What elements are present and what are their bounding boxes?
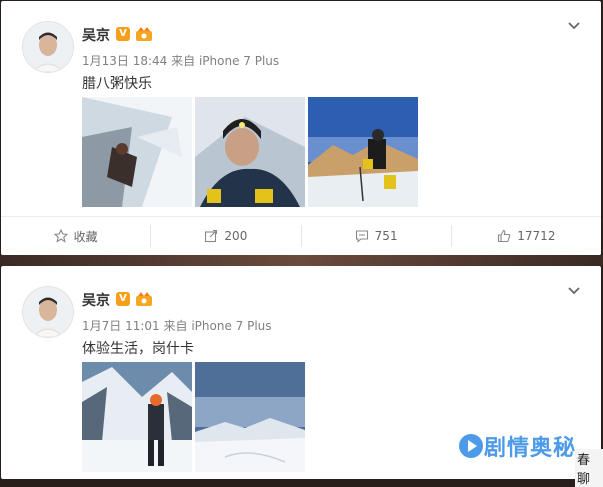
verified-badge: V xyxy=(116,27,130,41)
post-source: 来自 iPhone 7 Plus xyxy=(163,319,272,333)
watermark-tail: 春聊 xyxy=(575,449,603,487)
star-icon xyxy=(53,229,68,243)
post-meta: 1月13日 18:44 来自 iPhone 7 Plus xyxy=(82,52,279,69)
post-meta: 1月7日 11:01 来自 iPhone 7 Plus xyxy=(82,317,272,334)
play-logo-icon xyxy=(459,434,483,458)
comment-icon xyxy=(355,230,368,243)
post-text: 体验生活，岗什卡 xyxy=(82,341,194,357)
repost-button[interactable]: 200 xyxy=(150,225,300,247)
background-strip xyxy=(0,255,603,266)
verified-badge: V xyxy=(116,292,130,306)
watermark-logo: 剧情奥秘 xyxy=(458,430,576,462)
post-action-bar: 收藏 200 751 17712 xyxy=(1,216,601,255)
repost-count: 200 xyxy=(224,229,248,243)
like-count: 17712 xyxy=(517,229,556,243)
chevron-down-icon[interactable] xyxy=(567,19,581,33)
photo-grid xyxy=(82,362,305,472)
weibo-post-card: 吴京 V 1月13日 18:44 来自 iPhone 7 Plus 腊八粥快乐 xyxy=(1,1,601,255)
vip-crown-icon[interactable] xyxy=(135,291,153,307)
author-name[interactable]: 吴京 xyxy=(82,25,110,45)
comment-button[interactable]: 751 xyxy=(300,225,451,247)
post-source: 来自 iPhone 7 Plus xyxy=(171,54,280,68)
post-time[interactable]: 1月13日 18:44 xyxy=(82,54,167,68)
thumbs-up-icon xyxy=(498,229,511,243)
repost-icon xyxy=(205,229,218,243)
avatar-image xyxy=(23,22,73,72)
post-photo-ice-climb[interactable] xyxy=(82,97,192,207)
chevron-down-icon[interactable] xyxy=(567,284,581,298)
post-time[interactable]: 1月7日 11:01 xyxy=(82,319,160,333)
comment-count: 751 xyxy=(374,229,398,243)
post-text: 腊八粥快乐 xyxy=(82,76,152,92)
avatar[interactable] xyxy=(22,286,74,338)
avatar-image xyxy=(23,287,73,337)
watermark-brand: 剧情奥秘 xyxy=(484,436,577,461)
photo-grid xyxy=(82,97,418,207)
favorite-button[interactable]: 收藏 xyxy=(1,225,150,247)
author-name[interactable]: 吴京 xyxy=(82,290,110,310)
post-photo-summit-sunrise[interactable] xyxy=(308,97,418,207)
avatar[interactable] xyxy=(22,21,74,73)
post-photo-snow-standing[interactable] xyxy=(82,362,192,472)
vip-crown-icon[interactable] xyxy=(135,26,153,42)
favorite-label: 收藏 xyxy=(73,229,98,244)
post-photo-portrait-headlamp[interactable] xyxy=(195,97,305,207)
like-button[interactable]: 17712 xyxy=(450,225,601,247)
post-photo-snow-field[interactable] xyxy=(195,362,305,472)
